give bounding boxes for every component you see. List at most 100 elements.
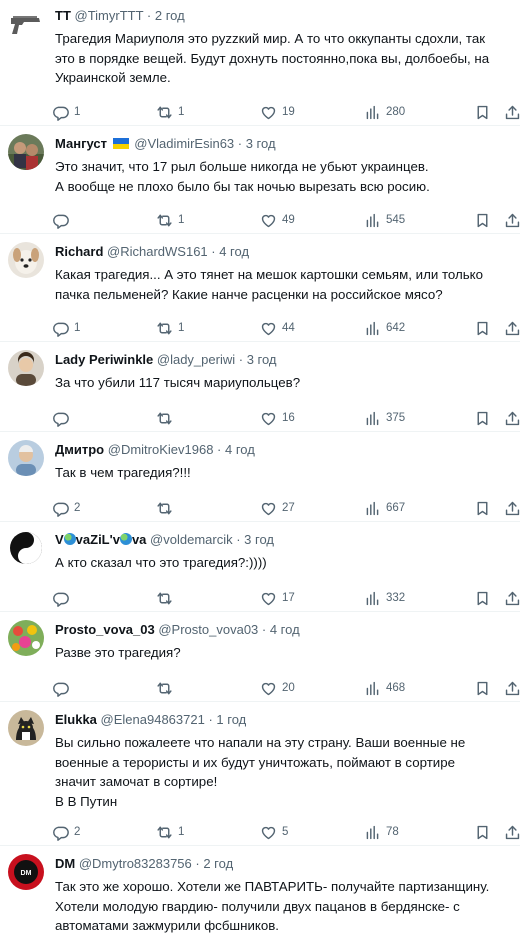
author-handle[interactable]: @lady_periwi bbox=[157, 352, 235, 367]
author-handle[interactable]: @TimyrTTT bbox=[75, 8, 144, 23]
author-handle[interactable]: @DmitroKiev1968 bbox=[108, 442, 214, 457]
views-button[interactable]: 332 bbox=[364, 588, 405, 608]
bookmark-button[interactable] bbox=[474, 210, 491, 230]
like-button[interactable]: 49 bbox=[260, 210, 295, 230]
reply-tweet[interactable]: Richard @RichardWS161 · 4 год Какая траге… bbox=[0, 234, 520, 342]
share-button[interactable] bbox=[504, 678, 520, 698]
share-button[interactable] bbox=[504, 210, 520, 230]
bookmark-button[interactable] bbox=[474, 318, 491, 338]
like-button[interactable]: 5 bbox=[260, 822, 288, 842]
author-handle[interactable]: @Prosto_vova03 bbox=[158, 622, 258, 637]
reply-button[interactable]: 1 bbox=[52, 102, 80, 122]
woman-avatar[interactable] bbox=[8, 350, 44, 386]
timestamp[interactable]: 4 год bbox=[270, 622, 300, 637]
author-name[interactable]: Дмитро bbox=[55, 442, 104, 457]
tweet-text: За что убили 117 тысяч мариупольцев? bbox=[55, 373, 510, 393]
bookmark-button[interactable] bbox=[474, 678, 491, 698]
views-button[interactable]: 545 bbox=[364, 210, 405, 230]
views-button[interactable]: 375 bbox=[364, 408, 405, 428]
bookmark-button[interactable] bbox=[474, 588, 491, 608]
reply-tweet[interactable]: Мангуст @VladimirEsin63 · 3 год Это значи… bbox=[0, 126, 520, 234]
retweet-button[interactable]: 1 bbox=[156, 822, 184, 842]
share-button[interactable] bbox=[504, 498, 520, 518]
flowers-avatar[interactable] bbox=[8, 620, 44, 656]
author-handle[interactable]: @RichardWS161 bbox=[107, 244, 208, 259]
tweet-text-line: Так это же хорошо. Хотели же ПАВТАРИТЬ- … bbox=[55, 879, 490, 894]
retweet-button[interactable] bbox=[156, 498, 178, 518]
timestamp[interactable]: 1 год bbox=[216, 712, 246, 727]
reply-tweet[interactable]: TT @TimyrTTT · 2 год Трагедия Мариуполя э… bbox=[0, 0, 520, 126]
yin-yang-avatar[interactable] bbox=[8, 530, 44, 566]
author-name[interactable]: Elukka bbox=[55, 712, 97, 727]
pistol-icon[interactable] bbox=[8, 6, 44, 42]
like-button[interactable]: 19 bbox=[260, 102, 295, 122]
share-button[interactable] bbox=[504, 318, 520, 338]
reply-icon bbox=[53, 502, 69, 517]
like-button[interactable]: 16 bbox=[260, 408, 295, 428]
reply-tweet[interactable]: Prosto_vova_03 @Prosto_vova03 · 4 год Раз… bbox=[0, 612, 520, 702]
photo-avatar[interactable] bbox=[8, 134, 44, 170]
bookmark-button[interactable] bbox=[474, 498, 491, 518]
author-name[interactable]: Мангуст bbox=[55, 136, 107, 151]
views-button[interactable]: 280 bbox=[364, 102, 405, 122]
author-handle[interactable]: @Dmytro83283756 bbox=[79, 856, 192, 871]
views-button[interactable]: 667 bbox=[364, 498, 405, 518]
share-button[interactable] bbox=[504, 588, 520, 608]
tweet-text-line: Вы сильно пожалеете что напали на эту ст… bbox=[55, 735, 466, 750]
reply-tweet[interactable]: Дмитро @DmitroKiev1968 · 4 год Так в чем … bbox=[0, 432, 520, 522]
author-handle[interactable]: @VladimirEsin63 bbox=[134, 136, 234, 151]
retweet-button[interactable]: 1 bbox=[156, 318, 184, 338]
reply-button[interactable] bbox=[52, 588, 74, 608]
author-name[interactable]: Lady Periwinkle bbox=[55, 352, 153, 367]
like-button[interactable]: 20 bbox=[260, 678, 295, 698]
man-avatar[interactable] bbox=[8, 440, 44, 476]
dog-avatar[interactable] bbox=[8, 242, 44, 278]
retweet-icon bbox=[157, 826, 172, 838]
reply-button[interactable]: 2 bbox=[52, 822, 80, 842]
reply-button[interactable] bbox=[52, 408, 74, 428]
share-button[interactable] bbox=[504, 102, 520, 122]
bookmark-button[interactable] bbox=[474, 408, 491, 428]
timestamp[interactable]: 3 год bbox=[246, 136, 276, 151]
views-button[interactable]: 78 bbox=[364, 822, 399, 842]
tweet-actions: 1 1 44 642 bbox=[52, 318, 520, 338]
author-name[interactable]: TT bbox=[55, 8, 71, 23]
author-name[interactable]: Prosto_vova_03 bbox=[55, 622, 155, 637]
views-button[interactable]: 468 bbox=[364, 678, 405, 698]
reply-button[interactable]: 1 bbox=[52, 318, 80, 338]
author-name[interactable]: VvaZiL'v va bbox=[55, 532, 146, 547]
views-button[interactable]: 642 bbox=[364, 318, 405, 338]
like-button[interactable]: 17 bbox=[260, 588, 295, 608]
timestamp[interactable]: 3 год bbox=[244, 532, 274, 547]
reply-tweet[interactable]: Lady Periwinkle @lady_periwi · 3 год За ч… bbox=[0, 342, 520, 432]
retweet-button[interactable]: 1 bbox=[156, 102, 184, 122]
author-handle[interactable]: @Elena94863721 bbox=[101, 712, 205, 727]
reply-tweet[interactable]: Elukka @Elena94863721 · 1 год Вы сильно п… bbox=[0, 702, 520, 846]
bookmark-button[interactable] bbox=[474, 822, 491, 842]
timestamp[interactable]: 3 год bbox=[247, 352, 277, 367]
bookmark-button[interactable] bbox=[474, 102, 491, 122]
reply-button[interactable] bbox=[52, 678, 74, 698]
retweet-button[interactable] bbox=[156, 678, 178, 698]
retweet-button[interactable]: 1 bbox=[156, 210, 184, 230]
timestamp[interactable]: 2 год bbox=[203, 856, 233, 871]
timestamp[interactable]: 4 год bbox=[219, 244, 249, 259]
timestamp[interactable]: 4 год bbox=[225, 442, 255, 457]
retweet-button[interactable] bbox=[156, 408, 178, 428]
share-button[interactable] bbox=[504, 408, 520, 428]
reply-button[interactable] bbox=[52, 210, 74, 230]
reply-button[interactable]: 2 bbox=[52, 498, 80, 518]
cat-avatar[interactable] bbox=[8, 710, 44, 746]
author-name[interactable]: DM bbox=[55, 856, 75, 871]
like-button[interactable]: 27 bbox=[260, 498, 295, 518]
like-button[interactable]: 44 bbox=[260, 318, 295, 338]
reply-tweet[interactable]: DM DM @Dmytro83283756 · 2 год Так это же х… bbox=[0, 846, 520, 935]
retweet-button[interactable] bbox=[156, 588, 178, 608]
share-button[interactable] bbox=[504, 822, 520, 842]
timestamp[interactable]: 2 год bbox=[155, 8, 185, 23]
author-name[interactable]: Richard bbox=[55, 244, 103, 259]
dm-logo-avatar[interactable]: DM bbox=[8, 854, 44, 890]
author-handle[interactable]: @voldemarcik bbox=[150, 532, 233, 547]
tweet-header: TT @TimyrTTT · 2 год bbox=[55, 8, 185, 23]
reply-tweet[interactable]: VvaZiL'v va @voldemarcik · 3 год А кто ска… bbox=[0, 522, 520, 612]
